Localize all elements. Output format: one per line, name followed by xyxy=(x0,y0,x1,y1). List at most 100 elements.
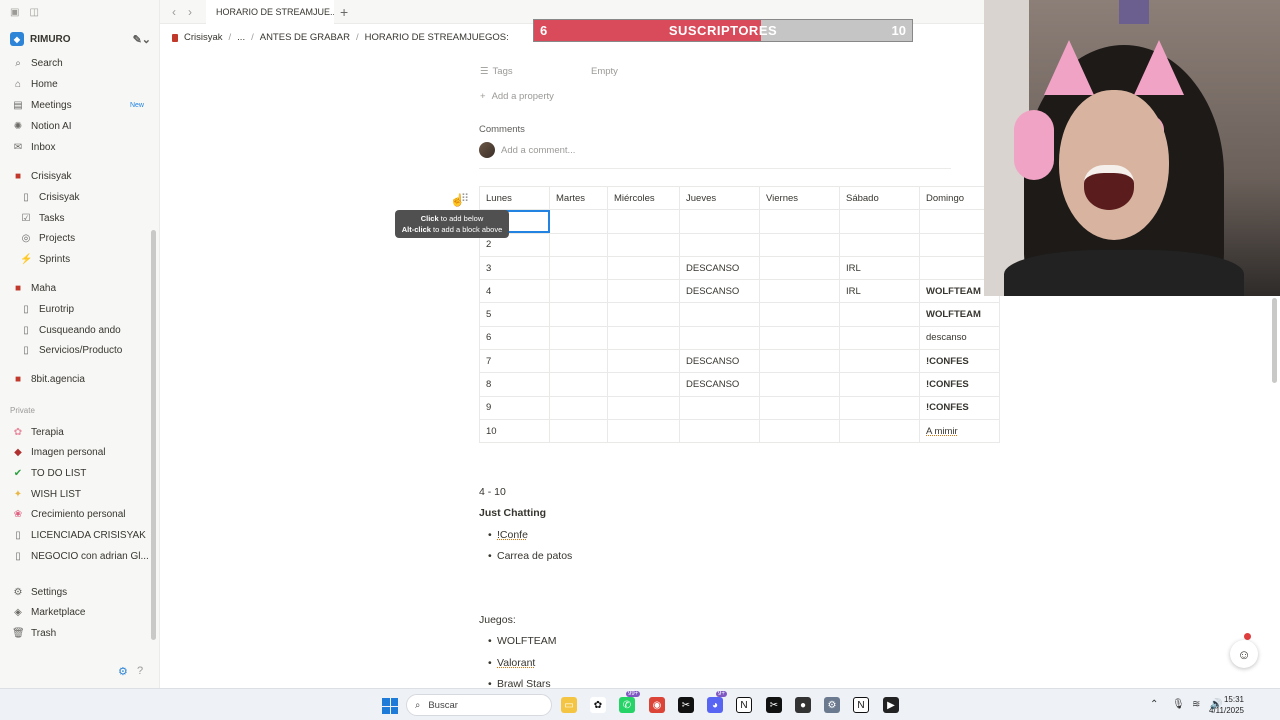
sidebar-item-meetings[interactable]: ▤ Meetings New xyxy=(0,95,152,115)
breadcrumb-item[interactable]: HORARIO DE STREAMJUEGOS: xyxy=(365,32,509,43)
breadcrumb-item[interactable]: ANTES DE GRABAR xyxy=(260,32,350,43)
tags-value[interactable]: Empty xyxy=(591,66,618,77)
table-cell[interactable] xyxy=(759,302,840,327)
table-cell[interactable] xyxy=(679,418,760,444)
table-cell[interactable] xyxy=(607,395,680,420)
comment-input[interactable]: Add a comment... xyxy=(501,145,575,156)
list-item[interactable]: Carrea de patos xyxy=(497,550,572,562)
notion-ai-button[interactable]: ☺ xyxy=(1230,640,1258,668)
media-player-icon[interactable]: ▶ xyxy=(883,697,899,713)
back-arrow-icon[interactable]: ‹ xyxy=(172,5,176,19)
table-cell[interactable] xyxy=(759,372,840,397)
list-item[interactable]: Valorant xyxy=(497,657,535,669)
sidebar-item-sprints[interactable]: ⚡ Sprints xyxy=(0,249,152,269)
add-property-button[interactable]: + Add a property xyxy=(480,91,554,102)
table-cell[interactable]: 8 xyxy=(479,372,550,397)
ai-agent-icon[interactable]: ⚙ xyxy=(118,665,128,678)
table-cell[interactable] xyxy=(549,395,608,420)
chatgpt-icon[interactable]: ✿ xyxy=(590,697,606,713)
table-cell[interactable] xyxy=(759,209,840,234)
table-cell[interactable] xyxy=(759,395,840,420)
table-cell[interactable] xyxy=(607,279,680,304)
table-cell[interactable]: descanso xyxy=(919,325,1000,351)
sidebar-item-cusqueando-ando[interactable]: ▯ Cusqueando ando xyxy=(0,320,152,340)
sidebar-item-maha[interactable]: ■ Maha xyxy=(0,278,152,298)
table-cell[interactable] xyxy=(607,209,680,234)
list-item[interactable]: WOLFTEAM xyxy=(497,635,557,647)
obs-icon[interactable]: ● xyxy=(795,697,811,713)
sidebar-item-trash[interactable]: 🗑 Trash xyxy=(0,623,152,643)
sidebar-item-imagen-personal[interactable]: ◆ Imagen personal xyxy=(0,442,152,462)
chrome-icon[interactable]: ◉ xyxy=(649,697,665,713)
forward-arrow-icon[interactable]: › xyxy=(188,5,192,19)
sidebar-item-crecimiento-personal[interactable]: ❀ Crecimiento personal xyxy=(0,504,152,524)
table-cell[interactable] xyxy=(549,255,608,281)
notion-logo-icon[interactable]: ▣ xyxy=(10,7,19,18)
sidebar-item-8bit-agencia[interactable]: ■ 8bit.agencia xyxy=(0,369,152,389)
sidebar-item-notion-ai[interactable]: ✺ Notion AI xyxy=(0,116,152,136)
notion-icon[interactable]: N xyxy=(736,697,752,713)
table-cell[interactable] xyxy=(549,302,608,327)
tags-property[interactable]: ☰ Tags xyxy=(480,66,513,77)
collapse-sidebar-icon[interactable]: ◫ xyxy=(29,7,38,18)
table-cell[interactable] xyxy=(607,349,680,374)
table-cell[interactable] xyxy=(607,232,680,257)
table-cell[interactable] xyxy=(679,302,760,327)
breadcrumb-item[interactable]: Crisisyak xyxy=(184,32,223,43)
wifi-icon[interactable]: ≋ xyxy=(1192,699,1200,710)
table-cell[interactable] xyxy=(759,279,840,304)
table-cell[interactable]: 4 xyxy=(479,279,550,304)
windows-start-icon[interactable] xyxy=(382,698,398,714)
sidebar-item-crisisyak[interactable]: ■ Crisisyak xyxy=(0,166,152,186)
table-cell[interactable]: 3 xyxy=(479,255,550,281)
table-cell[interactable]: 7 xyxy=(479,349,550,374)
notion-active-icon[interactable]: N xyxy=(853,697,869,713)
table-cell[interactable]: DESCANSO xyxy=(679,349,760,374)
table-cell[interactable] xyxy=(839,325,920,351)
whatsapp-icon[interactable]: ✆ xyxy=(619,697,635,713)
table-cell[interactable]: IRL xyxy=(839,255,920,281)
table-cell[interactable]: IRL xyxy=(839,279,920,304)
sidebar-item-to-do-list[interactable]: ✔ TO DO LIST xyxy=(0,463,152,483)
table-cell[interactable]: DESCANSO xyxy=(679,279,760,304)
sidebar-item-wish-list[interactable]: ✦ WISH LIST xyxy=(0,484,152,504)
sidebar-item-home[interactable]: ⌂ Home xyxy=(0,74,152,94)
file-explorer-icon[interactable]: ▭ xyxy=(561,697,577,713)
table-cell[interactable] xyxy=(549,279,608,304)
sidebar-item-tasks[interactable]: ☑ Tasks xyxy=(0,208,152,228)
table-cell[interactable]: 6 xyxy=(479,325,550,351)
taskbar-search[interactable]: ⌕ Buscar xyxy=(406,694,552,716)
table-cell[interactable] xyxy=(679,209,760,234)
sidebar-item-inbox[interactable]: ✉ Inbox xyxy=(0,137,152,157)
table-cell[interactable] xyxy=(549,325,608,351)
settings-gear-icon[interactable]: ⚙ xyxy=(824,697,840,713)
table-cell[interactable] xyxy=(759,232,840,257)
table-cell[interactable] xyxy=(759,418,840,444)
table-cell[interactable] xyxy=(679,325,760,351)
drag-handle-icon[interactable]: ⠿ xyxy=(461,192,469,205)
sidebar-item-projects[interactable]: ◎ Projects xyxy=(0,228,152,248)
sidebar-item-search[interactable]: ⌕ Search xyxy=(0,53,152,73)
table-cell[interactable] xyxy=(759,349,840,374)
table-cell[interactable] xyxy=(549,232,608,257)
comment-row[interactable]: Add a comment... xyxy=(479,142,575,158)
capcut-icon[interactable]: ✂ xyxy=(678,697,694,713)
table-header[interactable]: Miércoles xyxy=(607,185,680,211)
table-cell[interactable]: !CONFES xyxy=(919,395,1000,420)
help-icon[interactable]: ? xyxy=(137,665,143,677)
new-tab-icon[interactable]: + xyxy=(340,4,348,20)
table-cell[interactable] xyxy=(679,395,760,420)
capcut-icon[interactable]: ✂ xyxy=(766,697,782,713)
table-cell[interactable]: !CONFES xyxy=(919,372,1000,397)
table-cell[interactable]: WOLFTEAM xyxy=(919,302,1000,327)
table-cell[interactable]: 9 xyxy=(479,395,550,420)
sidebar-item-servicios-producto[interactable]: ▯ Servicios/Producto xyxy=(0,340,152,360)
sidebar-scrollbar[interactable] xyxy=(151,230,156,640)
sidebar-item-terapia[interactable]: ✿ Terapia xyxy=(0,422,152,442)
table-cell[interactable] xyxy=(839,418,920,444)
table-cell[interactable]: 5 xyxy=(479,302,550,327)
table-cell[interactable]: !CONFES xyxy=(919,349,1000,374)
sidebar-item-negocio-con-adrian-gl[interactable]: ▯ NEGOCIO con adrian Gl... xyxy=(0,546,152,566)
discord-icon[interactable]: ◕ xyxy=(707,697,723,713)
microphone-icon[interactable]: 🎙 xyxy=(1172,699,1185,710)
